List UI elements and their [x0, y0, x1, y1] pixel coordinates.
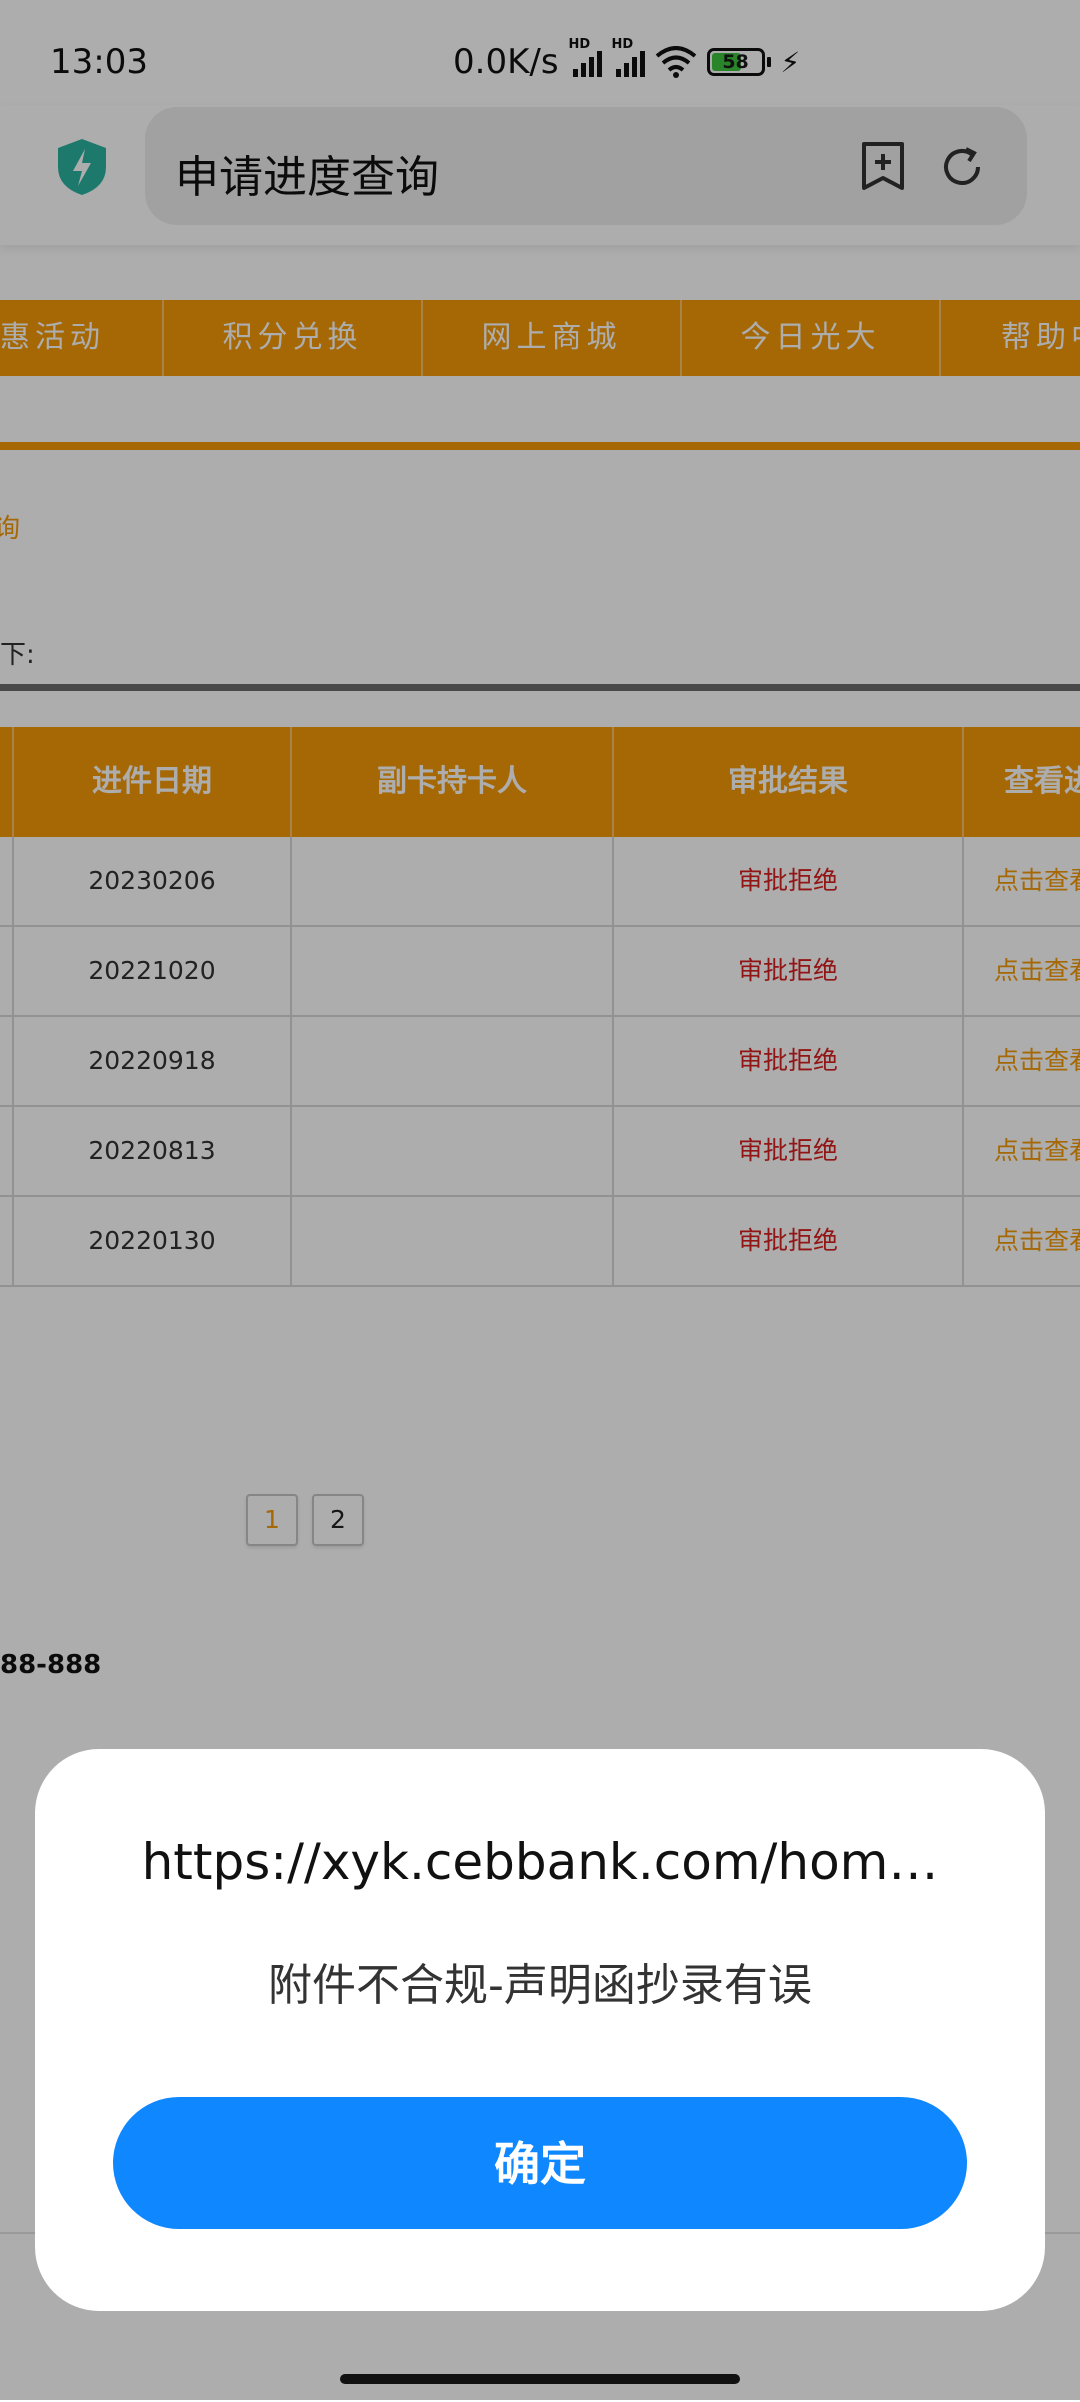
home-indicator[interactable]	[340, 2374, 740, 2384]
confirm-button[interactable]: 确定	[113, 2097, 967, 2229]
battery-level: 58	[722, 51, 749, 73]
alert-dialog: https://xyk.cebbank.com/hom… 附件不合规-声明函抄录…	[35, 1749, 1045, 2311]
dialog-message: 附件不合规-声明函抄录有误	[268, 1960, 812, 2011]
dialog-title: https://xyk.cebbank.com/hom…	[141, 1833, 939, 1891]
battery-icon: 58	[706, 48, 771, 76]
